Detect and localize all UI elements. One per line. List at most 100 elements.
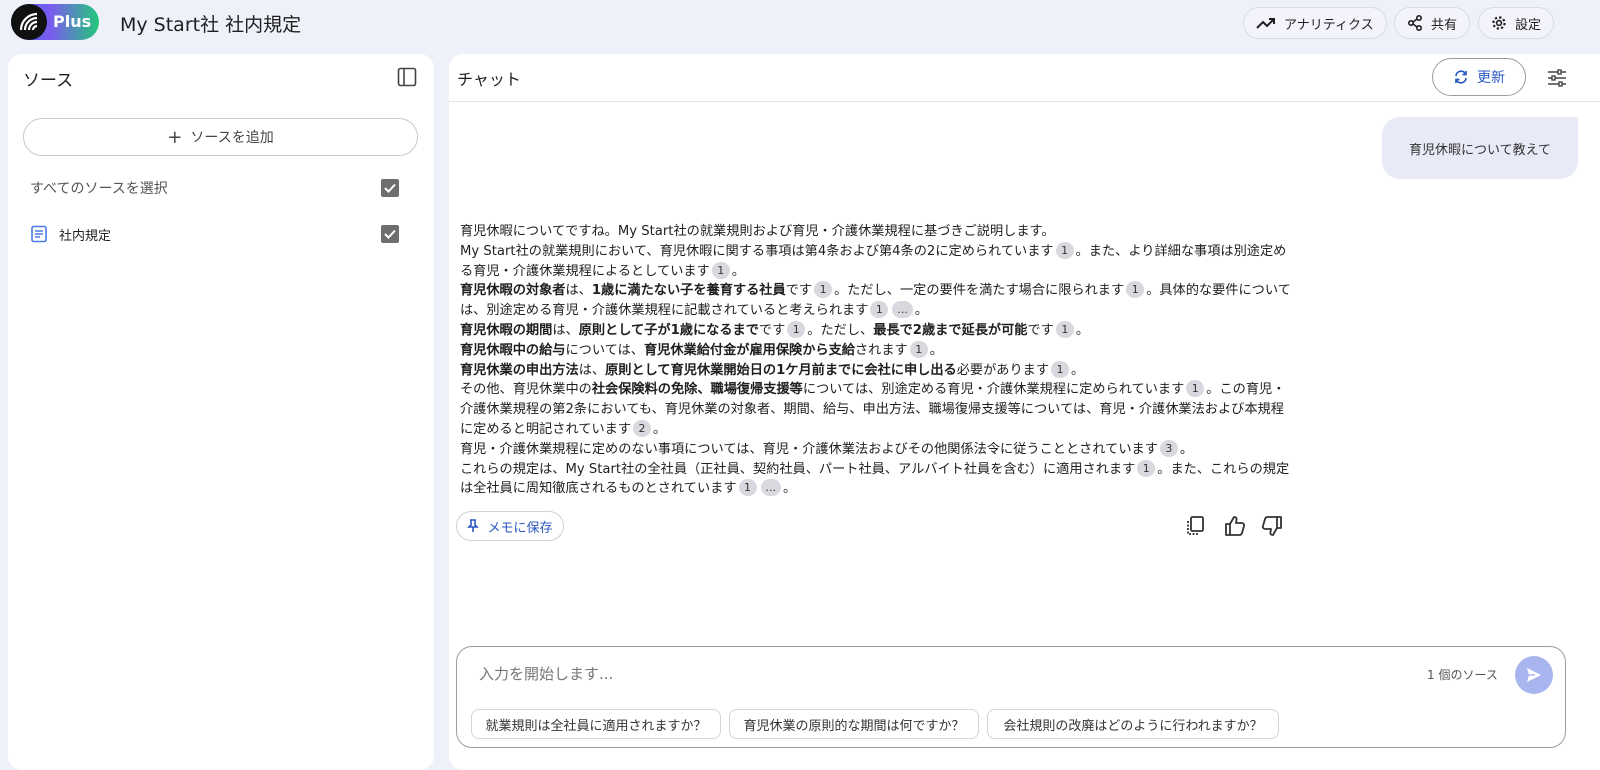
suggestion-chip-label: 就業規則は全社員に適用されますか？ — [485, 718, 707, 734]
analytics-button[interactable]: アナリティクス — [1243, 7, 1387, 39]
suggestion-chip-label: 育児休業の原則的な期間は何ですか？ — [743, 718, 965, 734]
answer-text: 。 — [1075, 322, 1090, 338]
sources-title: ソース — [23, 71, 74, 91]
share-icon — [1407, 15, 1422, 31]
chat-header-divider — [449, 101, 1600, 102]
answer-text: されます — [854, 342, 908, 358]
thumbs-down-icon[interactable] — [1260, 514, 1284, 538]
citation-badge[interactable]: 1 — [711, 261, 730, 279]
chat-input[interactable] — [479, 659, 1379, 689]
citation-badge[interactable]: 1 — [1051, 360, 1070, 378]
answer-text: 。ただし、 — [807, 322, 874, 338]
citation-badge[interactable]: 2 — [633, 419, 652, 437]
user-message-text: 育児休暇について教えて — [1409, 142, 1551, 158]
answer-bold-text: 最長で2歳まで延長が可能 — [873, 322, 1028, 338]
select-all-row[interactable]: すべてのソースを選択 — [30, 176, 410, 200]
answer-line: 育児休暇の期間は、原則として子が1歳になるまでです 1 。ただし、最長で2歳まで延長… — [460, 320, 1295, 341]
source-item-label: 社内規定 — [59, 228, 112, 244]
answer-bold-text: 育児休業給付金が雇用保険から支給 — [643, 342, 855, 358]
refresh-button[interactable]: 更新 — [1432, 58, 1526, 96]
citation-badge[interactable]: 1 — [1055, 320, 1074, 338]
chat-panel: チャット 更新 育児休暇について教えて 育児休暇についてですね。My Start… — [449, 54, 1600, 770]
answer-bold-text: 1歳に満たない子を養育する社員 — [591, 283, 786, 299]
answer-text: です — [785, 283, 813, 299]
sidebar-toggle-icon[interactable] — [397, 67, 417, 87]
answer-text: 。 — [914, 303, 929, 319]
answer-bold-text: 育児休暇の期間 — [460, 322, 553, 338]
citation-more-badge[interactable]: ... — [892, 301, 913, 319]
citation-badge[interactable]: 1 — [738, 479, 757, 497]
share-button[interactable]: 共有 — [1394, 7, 1471, 39]
user-message-bubble: 育児休暇について教えて — [1382, 117, 1578, 179]
answer-bold-text: 育児休業の申出方法 — [460, 362, 579, 378]
answer-line: 育児・介護休業規程に定めのない事項については、育児・介護休業法およびその他関係法… — [460, 439, 1295, 460]
add-source-button[interactable]: + ソースを追加 — [23, 118, 418, 156]
citation-badge[interactable]: 1 — [787, 320, 806, 338]
thumbs-up-icon[interactable] — [1223, 514, 1247, 538]
top-bar: Plus My Start社 社内規定 アナリティクス 共有 設定 — [0, 0, 1600, 46]
gear-icon — [1492, 16, 1506, 30]
citation-badge[interactable]: 1 — [814, 281, 833, 299]
citation-badge[interactable]: 1 — [909, 340, 928, 358]
citation-badge[interactable]: 1 — [1126, 281, 1145, 299]
answer-bold-text: 育児休暇の対象者 — [460, 283, 566, 299]
answer-text: 。 — [653, 421, 667, 437]
source-count-label: 1 個のソース — [1427, 668, 1498, 682]
assistant-answer: 育児休暇についてですね。My Start社の就業規則および育児・介護休業規程に基… — [460, 222, 1295, 499]
suggestion-chip[interactable]: 会社規則の改廃はどのように行われますか？ — [987, 709, 1279, 739]
document-icon — [31, 225, 47, 243]
plan-badge: Plus — [53, 12, 92, 31]
select-all-label: すべてのソースを選択 — [30, 181, 168, 197]
plus-icon: + — [167, 126, 183, 148]
answer-text: は、 — [552, 322, 579, 338]
source-item-checkbox[interactable] — [381, 225, 399, 243]
suggestion-chip-label: 会社規則の改廃はどのように行われますか？ — [1003, 718, 1263, 734]
answer-bold-text: 社会保険料の免除、職場復帰支援等 — [591, 382, 803, 398]
share-label: 共有 — [1431, 17, 1458, 33]
citation-badge[interactable]: 1 — [870, 301, 889, 319]
send-button[interactable] — [1515, 656, 1553, 694]
answer-text: です — [758, 322, 786, 338]
answer-bold-text: 育児休暇中の給与 — [460, 342, 566, 358]
answer-text: については、別途定める育児・介護休業規程に定められています — [802, 382, 1185, 398]
notebook-title[interactable]: My Start社 社内規定 — [120, 10, 301, 37]
answer-text: My Start社の就業規則において、育児休暇に関する事項は第4条および第4条の… — [460, 243, 1054, 259]
refresh-label: 更新 — [1477, 70, 1505, 86]
answer-text: その他、育児休業中の — [460, 382, 592, 398]
answer-text: です — [1027, 322, 1054, 338]
answer-line: My Start社の就業規則において、育児休暇に関する事項は第4条および第4条の… — [460, 241, 1295, 282]
copy-icon[interactable] — [1183, 514, 1207, 538]
answer-text: は、 — [578, 362, 606, 378]
answer-bold-text: 原則として育児休業開始日の1ケ月前までに会社に申し出る — [605, 362, 957, 378]
app-logo[interactable]: Plus — [11, 4, 99, 40]
citation-badge[interactable]: 1 — [1186, 380, 1205, 398]
check-icon — [384, 229, 396, 239]
answer-line: 育児休業の申出方法は、原則として育児休業開始日の1ケ月前までに会社に申し出る必要… — [460, 360, 1295, 381]
answer-text: 育児・介護休業規程に定めのない事項については、育児・介護休業法およびその他関係法… — [460, 441, 1158, 457]
pin-icon — [467, 519, 480, 532]
citation-badge[interactable]: 3 — [1159, 439, 1178, 457]
send-icon — [1527, 668, 1541, 682]
suggestion-chip[interactable]: 就業規則は全社員に適用されますか？ — [471, 709, 721, 739]
citation-more-badge[interactable]: ... — [760, 479, 782, 497]
logo-icon — [11, 4, 47, 40]
answer-text: 。ただし、一定の要件を満たす場合に限られます — [834, 283, 1125, 299]
select-all-checkbox[interactable] — [381, 179, 399, 197]
settings-label: 設定 — [1515, 17, 1542, 33]
chat-input-box: 1 個のソース 就業規則は全社員に適用されますか？ 育児休業の原則的な期間は何で… — [456, 646, 1566, 748]
citation-badge[interactable]: 1 — [1055, 241, 1074, 259]
sources-panel: ソース + ソースを追加 すべてのソースを選択 社内規定 — [8, 54, 434, 770]
source-item[interactable]: 社内規定 — [30, 222, 410, 246]
answer-line: 育児休暇の対象者は、1歳に満たない子を養育する社員です 1 。ただし、一定の要件を満… — [460, 281, 1295, 321]
answer-text: 。 — [1179, 441, 1194, 457]
suggestion-chip[interactable]: 育児休業の原則的な期間は何ですか？ — [729, 709, 979, 739]
answer-line: 育児休暇中の給与については、育児休業給付金が雇用保険から支給されます 1。 — [460, 340, 1295, 361]
settings-button[interactable]: 設定 — [1478, 7, 1555, 39]
tune-icon[interactable] — [1547, 68, 1567, 88]
answer-text: は、 — [565, 283, 592, 299]
save-to-memo-button[interactable]: メモに保存 — [456, 511, 564, 541]
citation-badge[interactable]: 1 — [1137, 459, 1156, 477]
check-icon — [384, 183, 396, 193]
answer-text: 必要があります — [956, 362, 1050, 378]
answer-text: 。 — [731, 263, 745, 279]
